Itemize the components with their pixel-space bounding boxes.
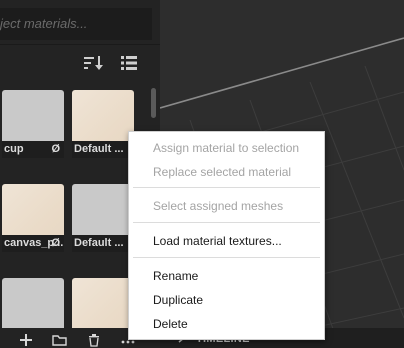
menu-item-load-textures[interactable]: Load material textures... bbox=[129, 230, 324, 252]
material-thumbnail[interactable]: Default ... bbox=[72, 184, 134, 252]
menu-item-rename[interactable]: Rename bbox=[129, 265, 324, 287]
unassigned-badge: Ø bbox=[51, 237, 60, 249]
material-thumbnail[interactable] bbox=[2, 278, 64, 328]
add-icon[interactable] bbox=[18, 332, 34, 348]
menu-separator bbox=[133, 187, 320, 188]
sort-descending-icon[interactable] bbox=[83, 54, 103, 72]
unassigned-badge: Ø bbox=[51, 143, 60, 155]
material-label: canvas_p... Ø bbox=[2, 235, 64, 252]
search-placeholder: ject materials... bbox=[0, 16, 88, 31]
material-name: cup bbox=[4, 143, 24, 155]
menu-item-assign-material[interactable]: Assign material to selection bbox=[129, 137, 324, 159]
material-name: Default ... bbox=[74, 237, 124, 249]
material-label: Default ... bbox=[72, 235, 134, 252]
folder-icon[interactable] bbox=[52, 332, 68, 348]
menu-separator bbox=[133, 257, 320, 258]
material-thumbnail[interactable]: canvas_p... Ø bbox=[2, 184, 64, 252]
material-name: Default ... bbox=[74, 143, 124, 155]
menu-item-select-meshes[interactable]: Select assigned meshes bbox=[129, 195, 324, 217]
panel-divider bbox=[0, 44, 160, 45]
material-label: cup Ø bbox=[2, 141, 64, 158]
scrollbar-thumb[interactable] bbox=[151, 88, 156, 118]
trash-icon[interactable] bbox=[86, 332, 102, 348]
context-menu: Assign material to selection Replace sel… bbox=[128, 131, 325, 340]
material-preview bbox=[2, 278, 64, 328]
material-label: Default ... bbox=[72, 141, 134, 158]
material-thumbnail[interactable] bbox=[72, 278, 134, 328]
material-thumbnail[interactable]: cup Ø bbox=[2, 90, 64, 158]
menu-separator bbox=[133, 222, 320, 223]
list-view-icon[interactable] bbox=[119, 54, 139, 72]
menu-item-duplicate[interactable]: Duplicate bbox=[129, 289, 324, 311]
material-search-input[interactable]: ject materials... bbox=[0, 8, 152, 40]
menu-item-replace-material[interactable]: Replace selected material bbox=[129, 161, 324, 183]
material-thumbnail[interactable]: Default ... bbox=[72, 90, 134, 158]
menu-item-delete[interactable]: Delete bbox=[129, 313, 324, 335]
material-preview bbox=[72, 278, 134, 328]
